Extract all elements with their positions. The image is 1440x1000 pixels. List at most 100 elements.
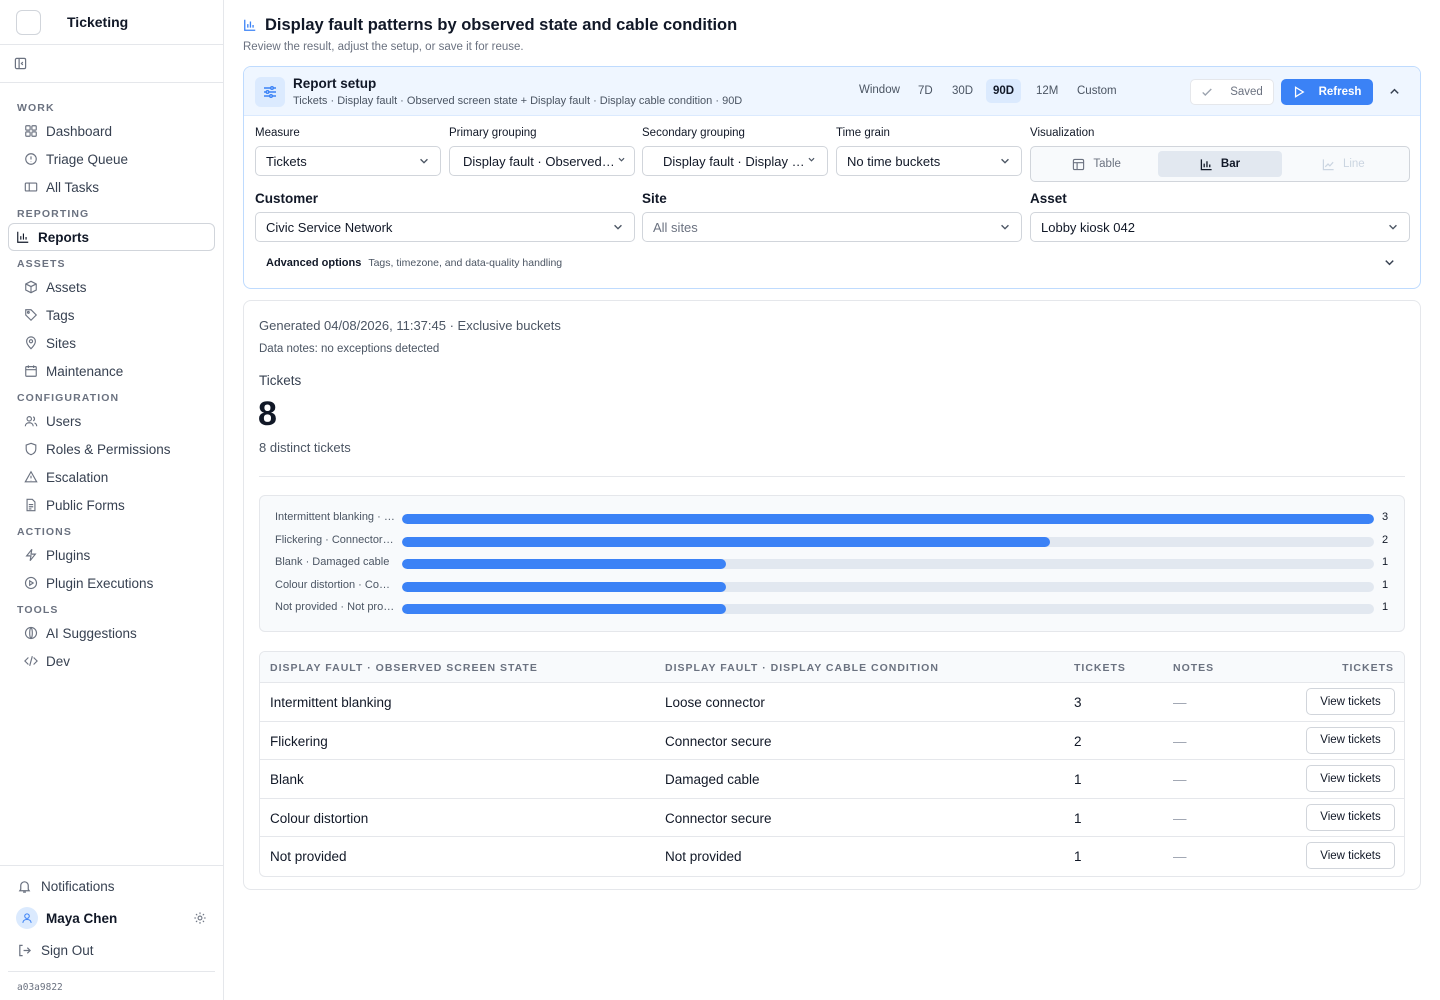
nav-section-title: REPORTING <box>17 208 90 220</box>
measure-label: Measure <box>255 127 300 139</box>
bar-track <box>402 514 1374 524</box>
sidebar-item-assets[interactable]: Assets <box>8 273 215 301</box>
collapse-chevron-up-icon[interactable] <box>1388 85 1401 98</box>
sidebar-item-dev[interactable]: Dev <box>8 647 215 675</box>
user-menu[interactable]: Maya Chen <box>0 901 223 935</box>
brand[interactable]: Ticketing <box>0 0 223 45</box>
window-12m-button[interactable]: 12M <box>1029 79 1065 103</box>
notifications-label: Notifications <box>41 878 115 894</box>
check-icon <box>1201 86 1213 98</box>
chevron-down-icon <box>612 221 624 233</box>
settings-gear-icon[interactable] <box>193 911 207 925</box>
sign-out-label: Sign Out <box>41 942 94 958</box>
chevron-down-icon <box>617 155 626 167</box>
col-header-tickets: TICKETS <box>1074 662 1126 674</box>
primary-grouping-select[interactable]: Display fault · Observed screen state <box>449 146 635 176</box>
code-icon <box>24 654 38 668</box>
viz-table-label: Table <box>1093 158 1121 170</box>
window-label: Window <box>859 84 900 96</box>
view-tickets-button[interactable]: View tickets <box>1306 765 1395 792</box>
saved-button[interactable]: Saved <box>1190 79 1274 105</box>
sidebar-item-plugin-executions[interactable]: Plugin Executions <box>8 569 215 597</box>
bar-chart-icon <box>243 18 257 32</box>
bar[interactable] <box>402 559 726 570</box>
tag-icon <box>24 308 38 322</box>
window-custom-button[interactable]: Custom <box>1070 79 1124 103</box>
sidebar-item-all-tasks[interactable]: All Tasks <box>8 173 215 201</box>
sidebar-nav: WORK Dashboard Triage Queue All Tasks REPORT… <box>0 83 223 675</box>
advanced-options-toggle[interactable]: Advanced options Tags, timezone, and dat… <box>266 256 1396 269</box>
view-tickets-button[interactable]: View tickets <box>1306 803 1395 831</box>
report-result-panel: Generated 04/08/2026, 11:37:45 · Exclusi… <box>243 300 1421 890</box>
primary-grouping-label: Primary grouping <box>449 127 537 139</box>
customer-label: Customer <box>255 191 319 206</box>
window-90d-button[interactable]: 90D <box>986 79 1022 103</box>
secondary-grouping-select[interactable]: Display fault · Display cable condition <box>642 146 828 176</box>
cell-ticket-count: 2 <box>1074 733 1082 749</box>
app-name: Ticketing <box>67 14 129 30</box>
sign-out-icon <box>17 943 32 958</box>
sidebar-item-users[interactable]: Users <box>8 407 215 435</box>
alert-circle-icon <box>24 152 38 166</box>
chevron-down-icon <box>418 155 430 167</box>
sidebar-toggle-icon[interactable] <box>14 57 27 70</box>
view-tickets-button[interactable]: View tickets <box>1306 842 1395 869</box>
results-table: DISPLAY FAULT · OBSERVED SCREEN STATE DI… <box>259 651 1405 877</box>
sidebar-item-dashboard[interactable]: Dashboard <box>8 117 215 145</box>
document-icon <box>24 498 38 512</box>
sidebar-item-ai-suggestions[interactable]: AI Suggestions <box>8 619 215 647</box>
col-header-notes: NOTES <box>1173 662 1215 674</box>
window-7d-button[interactable]: 7D <box>911 79 940 103</box>
sidebar-item-sites[interactable]: Sites <box>8 329 215 357</box>
cell-notes: — <box>1173 695 1187 710</box>
sidebar-item-label: Public Forms <box>46 497 125 513</box>
col-header-actions: TICKETS <box>1342 662 1394 674</box>
sidebar-item-label: All Tasks <box>46 179 100 195</box>
secondary-grouping-label: Secondary grouping <box>642 127 745 139</box>
sidebar-item-roles-permissions[interactable]: Roles & Permissions <box>8 435 215 463</box>
sidebar-item-triage-queue[interactable]: Triage Queue <box>8 145 215 173</box>
advanced-options-title: Advanced options <box>266 256 362 269</box>
sliders-icon <box>255 77 285 107</box>
bar[interactable] <box>402 604 726 615</box>
bar-value-label: 3 <box>1382 511 1389 523</box>
viz-bar-option[interactable]: Bar <box>1158 151 1282 177</box>
bar[interactable] <box>402 536 1050 547</box>
asset-select[interactable]: Lobby kiosk 042 <box>1030 212 1410 242</box>
bar-chart: Intermittent blanking · Loose connector 3… <box>259 495 1405 632</box>
window-30d-button[interactable]: 30D <box>945 79 980 103</box>
site-select[interactable]: All sites <box>642 212 1022 242</box>
kpi-subtext: 8 distinct tickets <box>259 440 351 455</box>
time-grain-select[interactable]: No time buckets <box>836 146 1022 176</box>
customer-select[interactable]: Civic Service Network <box>255 212 635 242</box>
sidebar-item-public-forms[interactable]: Public Forms <box>8 491 215 519</box>
sidebar-item-plugins[interactable]: Plugins <box>8 541 215 569</box>
bar-track <box>402 581 1374 592</box>
bar-value-label: 2 <box>1382 533 1389 546</box>
sidebar-item-maintenance[interactable]: Maintenance <box>8 357 215 385</box>
bar[interactable] <box>402 514 1374 524</box>
sidebar-item-label: AI Suggestions <box>46 625 137 641</box>
nav-section-title: CONFIGURATION <box>17 392 120 404</box>
bar[interactable] <box>402 581 726 592</box>
sidebar-item-tags[interactable]: Tags <box>8 301 215 329</box>
measure-select[interactable]: Tickets <box>255 146 441 176</box>
notifications-link[interactable]: Notifications <box>0 871 223 901</box>
sign-out-link[interactable]: Sign Out <box>0 935 223 965</box>
viz-table-option[interactable]: Table <box>1035 151 1158 177</box>
sidebar-item-reports[interactable]: Reports <box>8 223 215 251</box>
saved-label: Saved <box>1230 86 1263 98</box>
sidebar-item-escalation[interactable]: Escalation <box>8 463 215 491</box>
chevron-down-icon <box>807 155 816 167</box>
setup-summary: Tickets · Display fault · Observed scree… <box>293 95 743 107</box>
refresh-button[interactable]: Refresh <box>1281 79 1373 105</box>
view-tickets-button[interactable]: View tickets <box>1306 688 1395 715</box>
play-icon <box>1293 86 1305 98</box>
viz-line-option[interactable]: Line <box>1282 151 1405 177</box>
cell-notes: — <box>1173 733 1187 749</box>
bar-row: Blank · Damaged cable 1 <box>260 556 1404 570</box>
view-tickets-button[interactable]: View tickets <box>1306 726 1395 754</box>
warning-triangle-icon <box>24 470 38 484</box>
nav-section-title: ACTIONS <box>17 526 72 538</box>
report-setup-header: Report setup Tickets · Display fault · O… <box>244 67 1420 116</box>
